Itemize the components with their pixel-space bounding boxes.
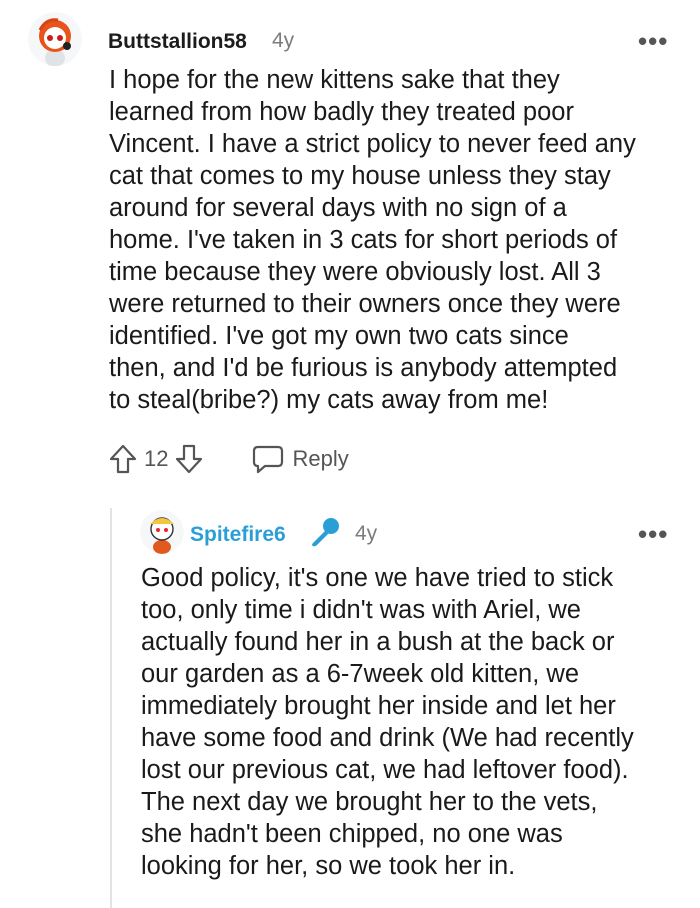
comment-timestamp: 4y [272, 29, 295, 52]
vote-count: 12 [144, 446, 169, 471]
reply-line: too, only time i didn't was with Ariel, … [141, 596, 581, 624]
comment-line: I hope for the new kittens sake that the… [109, 66, 560, 94]
comment-username[interactable]: Buttstallion58 [108, 30, 247, 54]
comment-line: Vincent. I have a strict policy to never… [109, 130, 636, 158]
reply-line: she hadn't been chipped, no one was [141, 820, 563, 848]
microphone-icon [312, 518, 339, 547]
speech-bubble-icon [253, 445, 284, 474]
reply-username[interactable]: Spitefire6 [190, 523, 286, 547]
user-avatar[interactable] [28, 12, 82, 66]
reply-timestamp: 4y [355, 522, 378, 545]
comment-line: identified. I've got my own two cats sin… [109, 322, 569, 350]
reply-line: Good policy, it's one we have tried to s… [141, 564, 614, 592]
reply-body: Good policy, it's one we have tried to s… [141, 562, 693, 882]
comment-line: cat that comes to my house unless they s… [109, 162, 611, 190]
comment-line: around for several days with no sign of … [109, 194, 567, 222]
comment-body: I hope for the new kittens sake that the… [109, 64, 689, 416]
comment-line: home. I've taken in 3 cats for short per… [109, 226, 618, 254]
reply-line: The next day we brought her to the vets, [141, 788, 598, 816]
comment-actions: 12 Reply [108, 443, 349, 475]
reply-line: lost our previous cat, we had leftover f… [141, 756, 629, 784]
more-options-icon[interactable]: ••• [638, 521, 668, 547]
more-options-icon[interactable]: ••• [638, 28, 668, 54]
comment-line: learned from how badly they treated poor [109, 98, 574, 126]
reply-line: immediately brought her inside and let h… [141, 692, 616, 720]
comment-line: to steal(bribe?) my cats away from me! [109, 386, 549, 414]
comment-line: time because they were obviously lost. A… [109, 258, 601, 286]
downvote-arrow-icon[interactable] [174, 443, 204, 475]
reply-button[interactable]: Reply [252, 444, 349, 474]
upvote-arrow-icon[interactable] [108, 443, 138, 475]
comment-line: then, and I'd be furious is anybody atte… [109, 354, 618, 382]
thread-line[interactable] [110, 508, 112, 908]
reply-line: looking for her, so we took her in. [141, 852, 516, 880]
reply-line: actually found her in a bush at the back… [141, 628, 615, 656]
reply-line: have some food and drink (We had recentl… [141, 724, 634, 752]
reply-label: Reply [292, 446, 349, 471]
user-avatar[interactable] [140, 510, 184, 554]
reply-line: our garden as a 6-7week old kitten, we [141, 660, 580, 688]
comment-line: were returned to their owners once they … [109, 290, 621, 318]
